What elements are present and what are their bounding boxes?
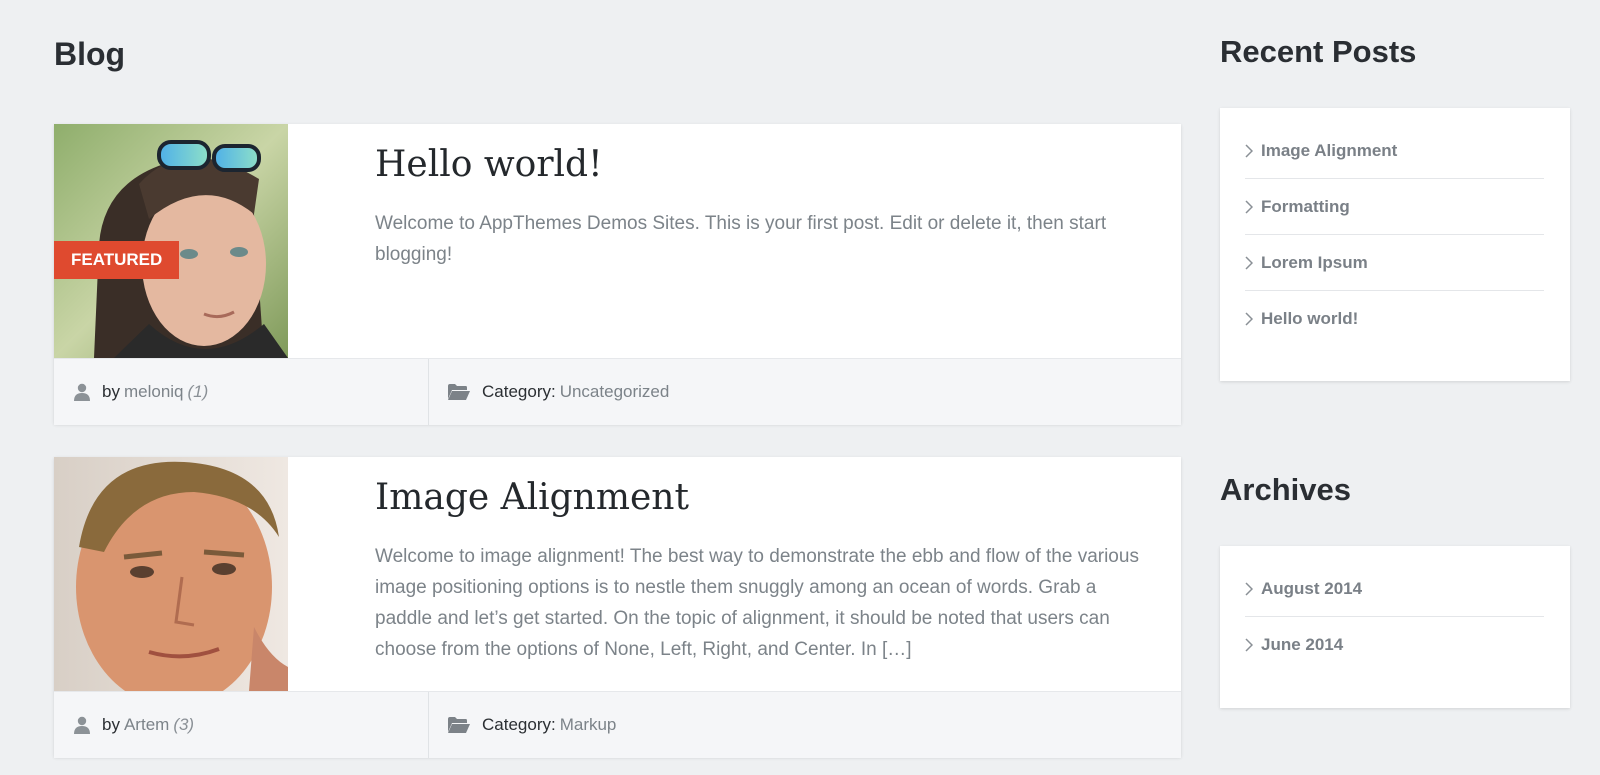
post-thumbnail[interactable] (54, 457, 288, 691)
post-author: by meloniq (1) (54, 359, 429, 425)
category-link[interactable]: Markup (560, 715, 617, 735)
recent-post-link[interactable]: Lorem Ipsum (1245, 235, 1544, 291)
recent-post-label: Formatting (1261, 196, 1350, 216)
post-title[interactable]: Image Alignment (375, 477, 689, 518)
archive-label: June 2014 (1261, 634, 1344, 654)
author-link[interactable]: Artem (124, 715, 169, 735)
page-title: Blog (54, 36, 126, 72)
category-label: Category: (482, 715, 556, 734)
archive-label: August 2014 (1261, 578, 1363, 598)
archive-link[interactable]: August 2014 (1245, 561, 1544, 617)
post-card: Image Alignment Welcome to image alignme… (54, 457, 1181, 758)
post-category: Category: Markup (429, 692, 616, 758)
recent-post-label: Lorem Ipsum (1261, 252, 1368, 272)
user-icon (74, 383, 90, 401)
recent-posts-widget: Image Alignment Formatting Lorem Ipsum H… (1220, 108, 1570, 381)
post-meta: by meloniq (1) Category: Uncategorized (54, 358, 1181, 425)
post-title[interactable]: Hello world! (375, 144, 603, 185)
author-post-count: (3) (173, 715, 195, 734)
author-prefix: by (102, 382, 120, 401)
chevron-right-icon (1245, 581, 1261, 596)
archives-widget: August 2014 June 2014 (1220, 546, 1570, 708)
chevron-right-icon (1245, 637, 1261, 652)
chevron-right-icon (1245, 255, 1261, 270)
post-category: Category: Uncategorized (429, 359, 669, 425)
chevron-right-icon (1245, 199, 1261, 214)
recent-post-label: Image Alignment (1261, 140, 1398, 160)
recent-post-link[interactable]: Image Alignment (1245, 123, 1544, 179)
post-card: FEATURED Hello world! Welcome to AppThem… (54, 124, 1181, 425)
archives-title: Archives (1220, 472, 1351, 507)
chevron-right-icon (1245, 311, 1261, 326)
author-prefix: by (102, 715, 120, 734)
post-author: by Artem (3) (54, 692, 429, 758)
post-thumbnail[interactable]: FEATURED (54, 124, 288, 358)
recent-post-link[interactable]: Formatting (1245, 179, 1544, 235)
recent-post-link[interactable]: Hello world! (1245, 291, 1544, 346)
folder-icon (448, 384, 470, 400)
post-meta: by Artem (3) Category: Markup (54, 691, 1181, 758)
category-link[interactable]: Uncategorized (560, 382, 670, 402)
author-post-count: (1) (187, 382, 209, 401)
post-excerpt: Welcome to AppThemes Demos Sites. This i… (375, 213, 1107, 265)
recent-posts-title: Recent Posts (1220, 34, 1417, 69)
featured-badge: FEATURED (54, 241, 180, 279)
category-label: Category: (482, 382, 556, 401)
post-excerpt: Welcome to image alignment! The best way… (375, 546, 1139, 660)
chevron-right-icon (1245, 143, 1261, 158)
recent-post-label: Hello world! (1261, 308, 1359, 328)
portrait-photo (54, 457, 288, 691)
folder-icon (448, 717, 470, 733)
author-link[interactable]: meloniq (124, 382, 184, 402)
archive-link[interactable]: June 2014 (1245, 617, 1544, 672)
user-icon (74, 716, 90, 734)
